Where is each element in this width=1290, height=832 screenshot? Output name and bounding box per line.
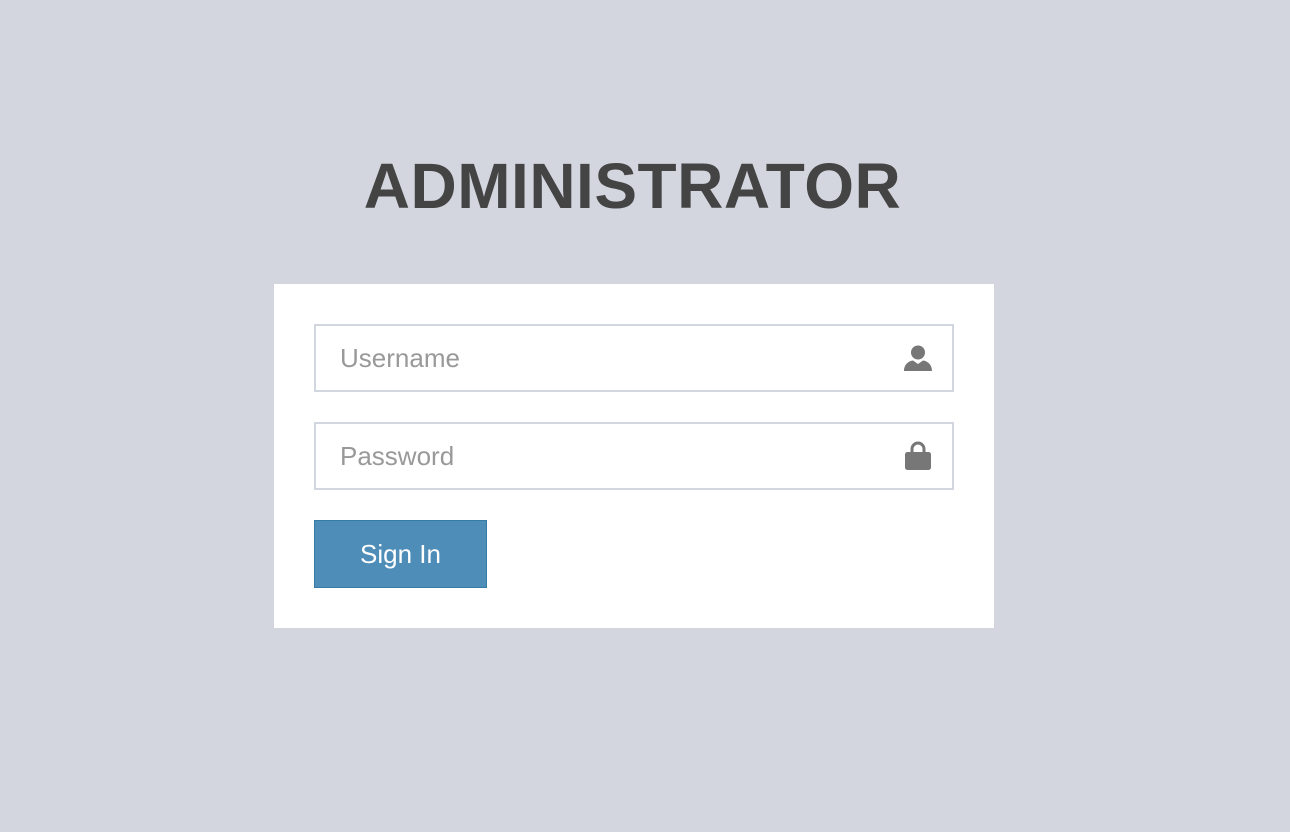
sign-in-button[interactable]: Sign In [314, 520, 487, 588]
username-field-wrapper [314, 324, 954, 392]
password-input[interactable] [316, 424, 952, 488]
login-box: Sign In [274, 284, 994, 628]
password-field-wrapper [314, 422, 954, 490]
username-input[interactable] [316, 326, 952, 390]
lock-icon [902, 440, 934, 472]
user-icon [902, 342, 934, 374]
page-title: ADMINISTRATOR [363, 150, 902, 222]
